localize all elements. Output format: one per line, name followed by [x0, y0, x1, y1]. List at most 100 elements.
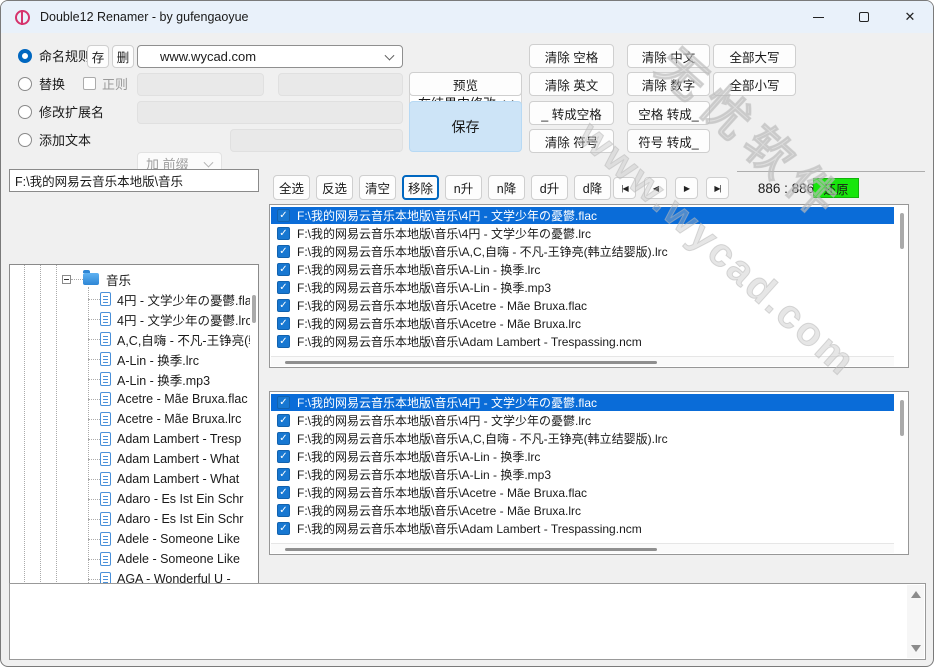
checkbox-checked-icon[interactable]: ✓: [277, 432, 290, 445]
change-ext-input[interactable]: [137, 101, 403, 124]
tree-item[interactable]: Adaro - Es Ist Ein Schr: [10, 509, 250, 529]
checkbox-checked-icon[interactable]: ✓: [277, 504, 290, 517]
list-vertical-scrollbar-thumb[interactable]: [900, 400, 904, 436]
checkbox-checked-icon[interactable]: ✓: [277, 317, 290, 330]
select-all-button[interactable]: 全选: [273, 175, 310, 200]
list-item[interactable]: ✓F:\我的网易云音乐本地版\音乐\4円 - 文学少年の憂鬱.lrc: [271, 225, 894, 242]
list-item[interactable]: ✓F:\我的网易云音乐本地版\音乐\A-Lin - 换季.mp3: [271, 279, 894, 296]
tree-item[interactable]: 4円 - 文学少年の憂鬱.lrc: [10, 309, 250, 329]
clear-english-button[interactable]: 清除 英文: [529, 72, 614, 96]
list-item[interactable]: ✓F:\我的网易云音乐本地版\音乐\Acetre - Mãe Bruxa.lrc: [271, 502, 894, 519]
add-text-input[interactable]: [230, 129, 403, 152]
delete-rule-button[interactable]: 删: [112, 45, 134, 68]
save-rule-button[interactable]: 存: [87, 45, 109, 68]
folder-path-input[interactable]: F:\我的网易云音乐本地版\音乐: [9, 169, 259, 192]
clear-chinese-button[interactable]: 清除 中文: [627, 44, 710, 68]
regex-checkbox[interactable]: [83, 77, 96, 90]
checkbox-checked-icon[interactable]: ✓: [277, 281, 290, 294]
list-horizontal-scrollbar[interactable]: [271, 543, 894, 553]
minimize-button[interactable]: [795, 1, 841, 33]
close-button[interactable]: ✕: [887, 1, 933, 33]
radio-change-ext[interactable]: [18, 105, 32, 119]
tree-item[interactable]: Adam Lambert - What: [10, 449, 250, 469]
list-vertical-scrollbar-thumb[interactable]: [900, 213, 904, 249]
space-to-underscore-button[interactable]: 空格 转成_: [627, 101, 710, 125]
list-item[interactable]: ✓F:\我的网易云音乐本地版\音乐\4円 - 文学少年の憂鬱.flac: [271, 394, 894, 411]
list-horizontal-scrollbar[interactable]: [271, 356, 894, 366]
list-item[interactable]: ✓F:\我的网易云音乐本地版\音乐\A,C,自嗨 - 不凡-王铮亮(韩立结婴版)…: [271, 243, 894, 260]
tree-item[interactable]: Adaro - Es Ist Ein Schr: [10, 489, 250, 509]
date-descending-button[interactable]: d降: [574, 175, 611, 200]
name-descending-button[interactable]: n降: [488, 175, 525, 200]
clear-digits-button[interactable]: 清除 数字: [627, 72, 710, 96]
radio-add-text[interactable]: [18, 133, 32, 147]
checkbox-checked-icon[interactable]: ✓: [277, 263, 290, 276]
restore-button[interactable]: 还原: [813, 178, 859, 198]
list-horizontal-scrollbar-thumb[interactable]: [285, 548, 657, 551]
replace-from-input[interactable]: [137, 73, 264, 96]
list-item[interactable]: ✓F:\我的网易云音乐本地版\音乐\A-Lin - 换季.lrc: [271, 448, 894, 465]
tree-item[interactable]: Adam Lambert - What: [10, 469, 250, 489]
maximize-button[interactable]: [841, 1, 887, 33]
tree-item[interactable]: A-Lin - 换季.lrc: [10, 349, 250, 369]
checkbox-checked-icon[interactable]: ✓: [277, 396, 290, 409]
uppercase-button[interactable]: 全部大写: [713, 44, 796, 68]
checkbox-checked-icon[interactable]: ✓: [277, 299, 290, 312]
checkbox-checked-icon[interactable]: ✓: [277, 450, 290, 463]
tree-item[interactable]: Adele - Someone Like: [10, 549, 250, 569]
list-item[interactable]: ✓F:\我的网易云音乐本地版\音乐\Acetre - Mãe Bruxa.fla…: [271, 484, 894, 501]
list-item[interactable]: ✓F:\我的网易云音乐本地版\音乐\4円 - 文学少年の憂鬱.flac: [271, 207, 894, 224]
scroll-up-icon[interactable]: [911, 591, 921, 598]
list-item[interactable]: ✓F:\我的网易云音乐本地版\音乐\Acetre - Mãe Bruxa.fla…: [271, 297, 894, 314]
list-item[interactable]: ✓F:\我的网易云音乐本地版\音乐\A-Lin - 换季.mp3: [271, 466, 894, 483]
list-horizontal-scrollbar-thumb[interactable]: [285, 361, 657, 364]
date-ascending-button[interactable]: d升: [531, 175, 568, 200]
underscore-to-space-button[interactable]: _ 转成空格: [529, 101, 614, 125]
preview-button[interactable]: 预览: [409, 72, 522, 96]
list-item[interactable]: ✓F:\我的网易云音乐本地版\音乐\Acetre - Mãe Bruxa.lrc: [271, 315, 894, 332]
lowercase-button[interactable]: 全部小写: [713, 72, 796, 96]
previous-page-button[interactable]: ◀: [644, 177, 667, 199]
tree-item[interactable]: Adele - Someone Like: [10, 529, 250, 549]
list-item[interactable]: ✓F:\我的网易云音乐本地版\音乐\A,C,自嗨 - 不凡-王铮亮(韩立结婴版)…: [271, 430, 894, 447]
list-item[interactable]: ✓F:\我的网易云音乐本地版\音乐\Adam Lambert - Trespas…: [271, 520, 894, 537]
next-page-button[interactable]: ▶: [675, 177, 698, 199]
radio-rename-rule[interactable]: [18, 49, 32, 63]
tree-item[interactable]: Acetre - Mãe Bruxa.lrc: [10, 409, 250, 429]
log-output-box[interactable]: [9, 583, 926, 660]
list-item[interactable]: ✓F:\我的网易云音乐本地版\音乐\A-Lin - 换季.lrc: [271, 261, 894, 278]
checkbox-checked-icon[interactable]: ✓: [277, 414, 290, 427]
checkbox-checked-icon[interactable]: ✓: [277, 227, 290, 240]
checkbox-checked-icon[interactable]: ✓: [277, 209, 290, 222]
checkbox-checked-icon[interactable]: ✓: [277, 245, 290, 258]
tree-item[interactable]: A-Lin - 换季.mp3: [10, 369, 250, 389]
last-page-button[interactable]: ▶|: [706, 177, 729, 199]
checkbox-checked-icon[interactable]: ✓: [277, 522, 290, 535]
tree-item[interactable]: Acetre - Mãe Bruxa.flac: [10, 389, 250, 409]
checkbox-checked-icon[interactable]: ✓: [277, 335, 290, 348]
symbol-to-underscore-button[interactable]: 符号 转成_: [627, 129, 710, 153]
rule-pattern-combobox[interactable]: www.wycad.com: [137, 45, 403, 68]
tree-folder-row[interactable]: 音乐: [10, 269, 250, 289]
tree-vertical-scrollbar-thumb[interactable]: [252, 295, 256, 323]
invert-selection-button[interactable]: 反选: [316, 175, 353, 200]
save-button[interactable]: 保存: [409, 101, 522, 152]
tree-item[interactable]: Adam Lambert - Tresp: [10, 429, 250, 449]
radio-replace[interactable]: [18, 77, 32, 91]
output-vertical-scrollbar[interactable]: [907, 585, 924, 658]
name-ascending-button[interactable]: n升: [445, 175, 482, 200]
checkbox-checked-icon[interactable]: ✓: [277, 468, 290, 481]
clear-space-button[interactable]: 清除 空格: [529, 44, 614, 68]
replace-to-input[interactable]: [278, 73, 403, 96]
tree-item[interactable]: A,C,自嗨 - 不凡-王铮亮(韩立结婴版).lrc: [10, 329, 250, 349]
checkbox-checked-icon[interactable]: ✓: [277, 486, 290, 499]
clear-symbols-button[interactable]: 清除 符号: [529, 129, 614, 153]
clear-list-button[interactable]: 清空: [359, 175, 396, 200]
list-item[interactable]: ✓F:\我的网易云音乐本地版\音乐\Adam Lambert - Trespas…: [271, 333, 894, 350]
first-page-button[interactable]: |◀: [613, 177, 636, 199]
remove-button[interactable]: 移除: [402, 175, 439, 200]
collapse-icon[interactable]: [62, 275, 71, 284]
scroll-down-icon[interactable]: [911, 645, 921, 652]
tree-item[interactable]: 4円 - 文学少年の憂鬱.flac: [10, 289, 250, 309]
list-item[interactable]: ✓F:\我的网易云音乐本地版\音乐\4円 - 文学少年の憂鬱.lrc: [271, 412, 894, 429]
